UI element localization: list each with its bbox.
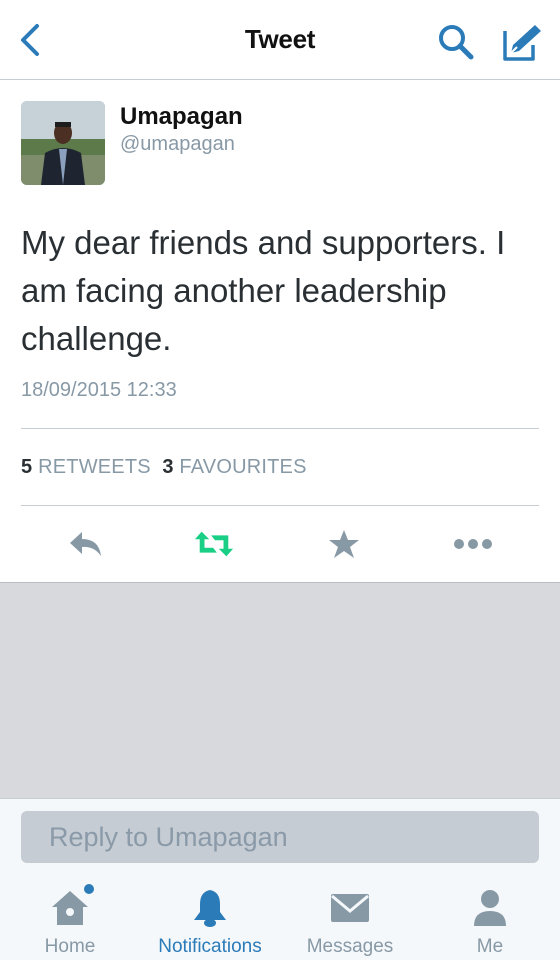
conversation-area: [0, 582, 560, 798]
tweet-detail: Umapagan @umapagan My dear friends and s…: [0, 81, 560, 582]
tweet-actions: [0, 506, 560, 582]
tab-home[interactable]: Home: [20, 868, 120, 960]
tab-me[interactable]: Me: [445, 868, 535, 960]
person-icon: [468, 886, 512, 930]
retweets-stat[interactable]: 5 RETWEETS: [21, 456, 151, 478]
tab-label: Notifications: [158, 936, 262, 957]
tab-label: Me: [476, 936, 504, 957]
more-button[interactable]: [453, 526, 493, 562]
more-icon: [454, 539, 492, 549]
bell-icon: [188, 886, 232, 930]
search-icon: [439, 25, 474, 60]
star-icon: [329, 530, 359, 558]
reply-input[interactable]: [21, 811, 539, 863]
favourites-label: FAVOURITES: [179, 456, 307, 478]
reply-bar: [0, 798, 560, 868]
favourites-count: 3: [162, 456, 174, 478]
avatar[interactable]: [21, 101, 105, 185]
profile-photo: [21, 101, 105, 185]
user-handle[interactable]: @umapagan: [120, 133, 235, 156]
favourites-stat[interactable]: 3 FAVOURITES: [162, 456, 306, 478]
search-button[interactable]: [434, 20, 478, 64]
favourite-button[interactable]: [324, 526, 364, 562]
tab-bar: Home Notifications Messages Me: [0, 868, 560, 960]
tweet-stats: 5 RETWEETS 3 FAVOURITES: [21, 456, 307, 479]
retweet-button[interactable]: [194, 526, 234, 562]
retweet-icon: [194, 531, 234, 557]
display-name[interactable]: Umapagan: [120, 103, 243, 131]
notification-dot: [84, 884, 94, 894]
home-icon: [48, 884, 94, 930]
tweet-text: My dear friends and supporters. I am fac…: [21, 224, 506, 357]
retweets-count: 5: [21, 456, 33, 478]
tab-messages[interactable]: Messages: [295, 868, 405, 960]
compose-icon: [503, 25, 541, 61]
tab-notifications[interactable]: Notifications: [145, 868, 275, 960]
compose-button[interactable]: [498, 18, 546, 66]
reply-button[interactable]: [66, 526, 106, 562]
timestamp: 18/09/2015 12:33: [21, 379, 177, 401]
reply-icon: [70, 532, 101, 556]
tab-label: Home: [44, 936, 96, 957]
envelope-icon: [328, 886, 372, 930]
tab-label: Messages: [306, 936, 394, 957]
divider: [21, 428, 539, 429]
retweets-label: RETWEETS: [38, 456, 151, 478]
navigation-bar: Tweet: [0, 0, 560, 80]
